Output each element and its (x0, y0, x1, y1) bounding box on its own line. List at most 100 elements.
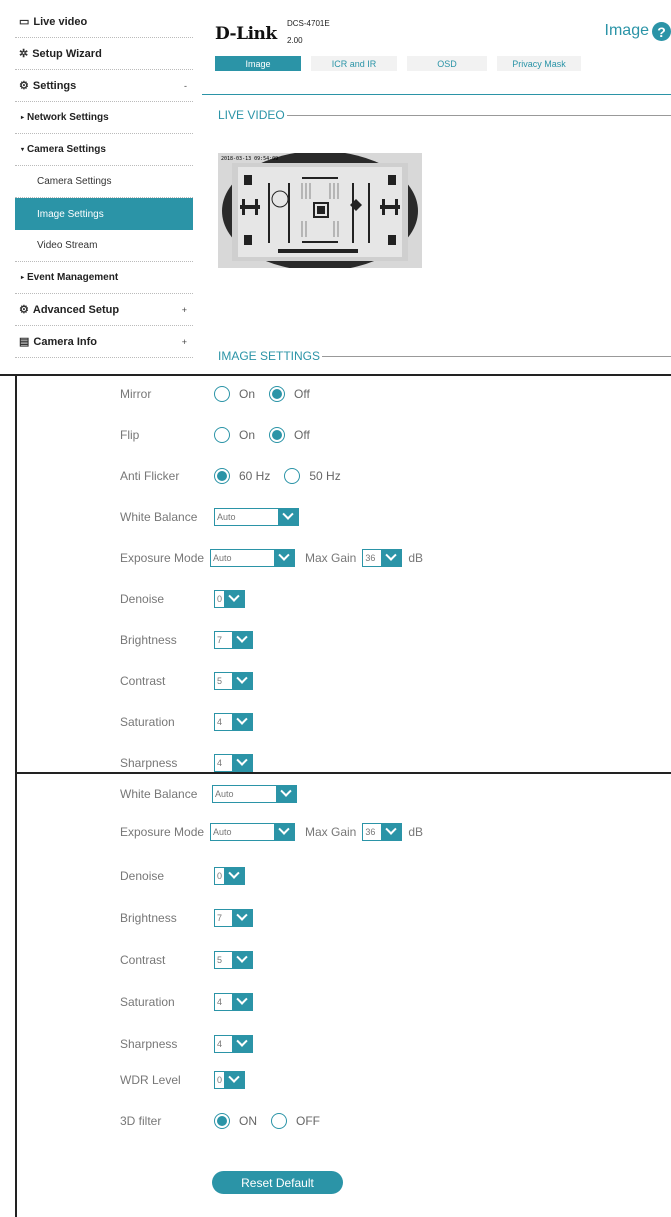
anti-flicker-row: Anti Flicker 60 Hz 50 Hz (120, 468, 341, 484)
tab-privacy-mask[interactable]: Privacy Mask (497, 56, 581, 71)
image-settings-heading: IMAGE SETTINGS (218, 349, 671, 363)
brightness-select[interactable]: 7 (214, 909, 253, 927)
brightness-row: Brightness 7 (17, 908, 671, 928)
mirror-label: Mirror (120, 387, 152, 401)
white-balance-select[interactable]: Auto (214, 508, 299, 526)
db-unit: dB (408, 551, 424, 565)
tab-icr-ir[interactable]: ICR and IR (311, 56, 397, 71)
triangle-right-icon: ▸ (21, 275, 25, 281)
sharpness-label: Sharpness (120, 756, 178, 770)
sidebar-item-video-stream[interactable]: Video Stream (15, 230, 193, 262)
3d-filter-row: 3D filter ON OFF (120, 1113, 320, 1129)
flicker-60hz-radio[interactable] (214, 468, 230, 484)
collapse-toggle[interactable]: - (184, 81, 187, 91)
sidebar-item-camera-settings[interactable]: Camera Settings (15, 166, 193, 198)
reset-default-button[interactable]: Reset Default (212, 1171, 343, 1194)
chevron-down-icon (232, 993, 252, 1010)
sharpness-select[interactable]: 4 (214, 1035, 253, 1053)
3d-filter-on-radio[interactable] (214, 1113, 230, 1129)
contrast-select[interactable]: 5 (214, 951, 253, 969)
mirror-off-radio[interactable] (269, 386, 286, 402)
sidebar-item-label: Settings (32, 79, 77, 92)
3d-filter-off-radio[interactable] (271, 1113, 287, 1129)
max-gain-select[interactable]: 36 (362, 823, 403, 841)
divider (202, 94, 671, 95)
chevron-down-icon (232, 631, 252, 648)
chevron-down-icon (232, 672, 252, 689)
denoise-select[interactable]: 0 (214, 867, 245, 885)
sidebar-item-setup-wizard[interactable]: ✲ Setup Wizard (15, 38, 193, 70)
sidebar-item-label: Advanced Setup (32, 303, 120, 316)
sidebar-item-network-settings[interactable]: ▸ Network Settings (15, 102, 193, 134)
sharpness-select[interactable]: 4 (214, 754, 253, 772)
chevron-down-icon (232, 713, 252, 730)
max-gain-label: Max Gain (305, 551, 357, 565)
main-view-panel: ▭ Live video ✲ Setup Wizard ⚙ Settings -… (0, 0, 671, 376)
live-video-feed[interactable]: 2018-03-13 09:54:09 (218, 153, 422, 268)
chevron-down-icon (232, 909, 252, 926)
chevron-down-icon (224, 590, 244, 607)
saturation-select[interactable]: 4 (214, 993, 253, 1011)
sidebar: ▭ Live video ✲ Setup Wizard ⚙ Settings -… (15, 6, 193, 358)
brightness-row: Brightness 7 (17, 630, 671, 650)
sidebar-item-settings[interactable]: ⚙ Settings - (15, 70, 193, 102)
white-balance-select[interactable]: Auto (212, 785, 297, 803)
sidebar-item-image-settings[interactable]: Image Settings (15, 198, 193, 230)
denoise-row: Denoise 0 (17, 866, 671, 886)
anti-flicker-label: Anti Flicker (120, 469, 180, 483)
chevron-down-icon (274, 549, 294, 566)
chevron-down-icon (232, 754, 252, 771)
sidebar-item-camera-info[interactable]: ▤ Camera Info + (15, 326, 193, 358)
expand-toggle[interactable]: + (182, 337, 187, 347)
sidebar-item-label: Network Settings (27, 112, 109, 123)
flicker-50hz-radio[interactable] (284, 468, 301, 484)
image-settings-form-top: Mirror On Off Flip On Off Anti Flicker 6… (15, 376, 671, 774)
sidebar-item-event-management[interactable]: ▸ Event Management (15, 262, 193, 294)
saturation-row: Saturation 4 (17, 712, 671, 732)
sidebar-item-label: Event Management (27, 272, 119, 283)
contrast-select[interactable]: 5 (214, 672, 253, 690)
flip-row: Flip On Off (120, 427, 310, 443)
wdr-level-label: WDR Level (120, 1073, 181, 1087)
info-icon: ▤ (19, 336, 30, 348)
page-title: Image (604, 22, 649, 39)
help-icon[interactable]: ? (652, 22, 671, 41)
exposure-mode-row: Exposure Mode Auto Max Gain 36 dB (17, 822, 671, 842)
denoise-label: Denoise (120, 869, 165, 883)
tab-image[interactable]: Image (215, 56, 301, 71)
chevron-down-icon (224, 867, 244, 884)
max-gain-select[interactable]: 36 (362, 549, 403, 567)
saturation-row: Saturation 4 (17, 992, 671, 1012)
chevron-down-icon (276, 785, 296, 802)
exposure-mode-label: Exposure Mode (120, 551, 205, 565)
chevron-down-icon (232, 1035, 252, 1052)
flip-on-radio[interactable] (214, 427, 230, 443)
brightness-select[interactable]: 7 (214, 631, 253, 649)
exposure-mode-select[interactable]: Auto (210, 549, 295, 567)
sidebar-item-advanced-setup[interactable]: ⚙ Advanced Setup + (15, 294, 193, 326)
white-balance-label: White Balance (120, 787, 198, 801)
sidebar-item-label: Camera Info (33, 335, 97, 348)
db-unit: dB (408, 825, 424, 839)
chevron-down-icon (278, 508, 298, 525)
sidebar-item-camera-settings-group[interactable]: ▾ Camera Settings (15, 134, 193, 166)
denoise-select[interactable]: 0 (214, 590, 245, 608)
tab-osd[interactable]: OSD (407, 56, 487, 71)
max-gain-label: Max Gain (305, 825, 357, 839)
flip-off-radio[interactable] (269, 427, 286, 443)
contrast-label: Contrast (120, 953, 166, 967)
sharpness-row: Sharpness 4 (17, 753, 671, 772)
white-balance-row: White Balance Auto (17, 784, 671, 804)
video-icon: ▭ (19, 16, 30, 28)
sidebar-item-live-video[interactable]: ▭ Live video (15, 6, 193, 38)
saturation-select[interactable]: 4 (214, 713, 253, 731)
sharpness-row: Sharpness 4 (17, 1034, 671, 1054)
mirror-row: Mirror On Off (120, 386, 310, 402)
live-video-heading: LIVE VIDEO (218, 108, 671, 122)
gear-icon: ⚙ (19, 80, 29, 92)
wdr-level-select[interactable]: 0 (214, 1071, 245, 1089)
wdr-level-row: WDR Level 0 (17, 1070, 671, 1090)
expand-toggle[interactable]: + (182, 305, 187, 315)
mirror-on-radio[interactable] (214, 386, 230, 402)
exposure-mode-select[interactable]: Auto (210, 823, 295, 841)
